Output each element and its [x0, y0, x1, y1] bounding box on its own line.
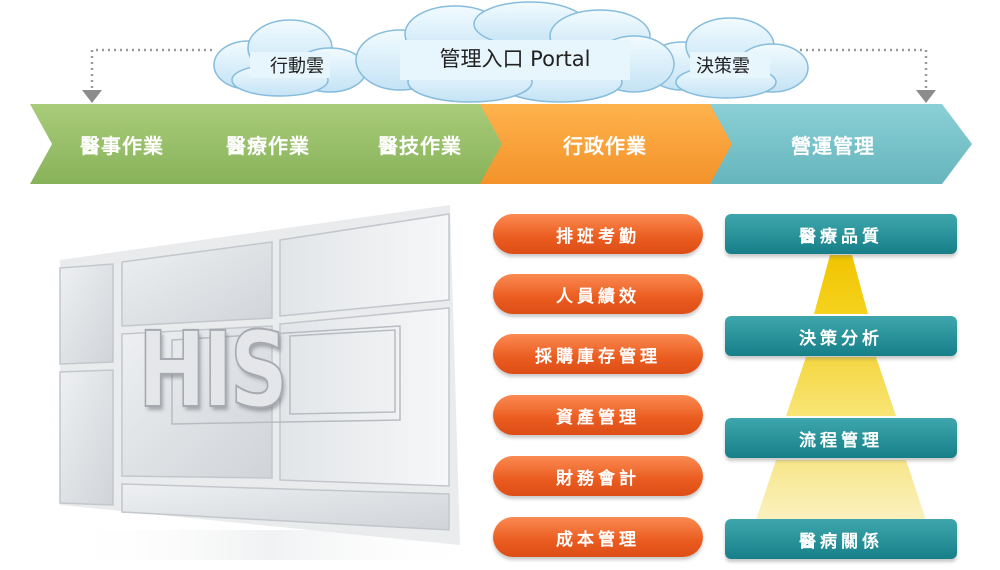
admin-item-assets: 資產管理: [493, 395, 703, 435]
admin-item-label: 資產管理: [556, 407, 640, 428]
admin-item-cost: 成本管理: [493, 517, 703, 557]
ops-item-label: 流程管理: [799, 430, 883, 451]
admin-item-label: 排班考勤: [556, 226, 640, 247]
admin-item-label: 成本管理: [556, 529, 640, 550]
pyramid-middle-segment: [786, 357, 896, 416]
ops-item-relations: 醫病關係: [725, 519, 957, 559]
admin-item-procurement: 採購庫存管理: [493, 334, 703, 374]
admin-item-performance: 人員績效: [493, 274, 703, 314]
admin-item-scheduling: 排班考勤: [493, 214, 703, 254]
admin-item-label: 採購庫存管理: [535, 346, 661, 367]
ops-item-label: 醫病關係: [799, 531, 883, 552]
ops-item-label: 決策分析: [799, 328, 883, 349]
ops-item-label: 醫療品質: [799, 226, 883, 247]
admin-item-label: 財務會計: [556, 468, 640, 489]
ops-item-decision: 決策分析: [725, 316, 957, 356]
ops-item-process: 流程管理: [725, 418, 957, 458]
pyramid-top-segment: [814, 255, 868, 314]
admin-item-accounting: 財務會計: [493, 456, 703, 496]
admin-item-label: 人員績效: [556, 286, 640, 307]
pyramid-bottom-segment: [756, 460, 926, 520]
ops-item-quality: 醫療品質: [725, 214, 957, 254]
